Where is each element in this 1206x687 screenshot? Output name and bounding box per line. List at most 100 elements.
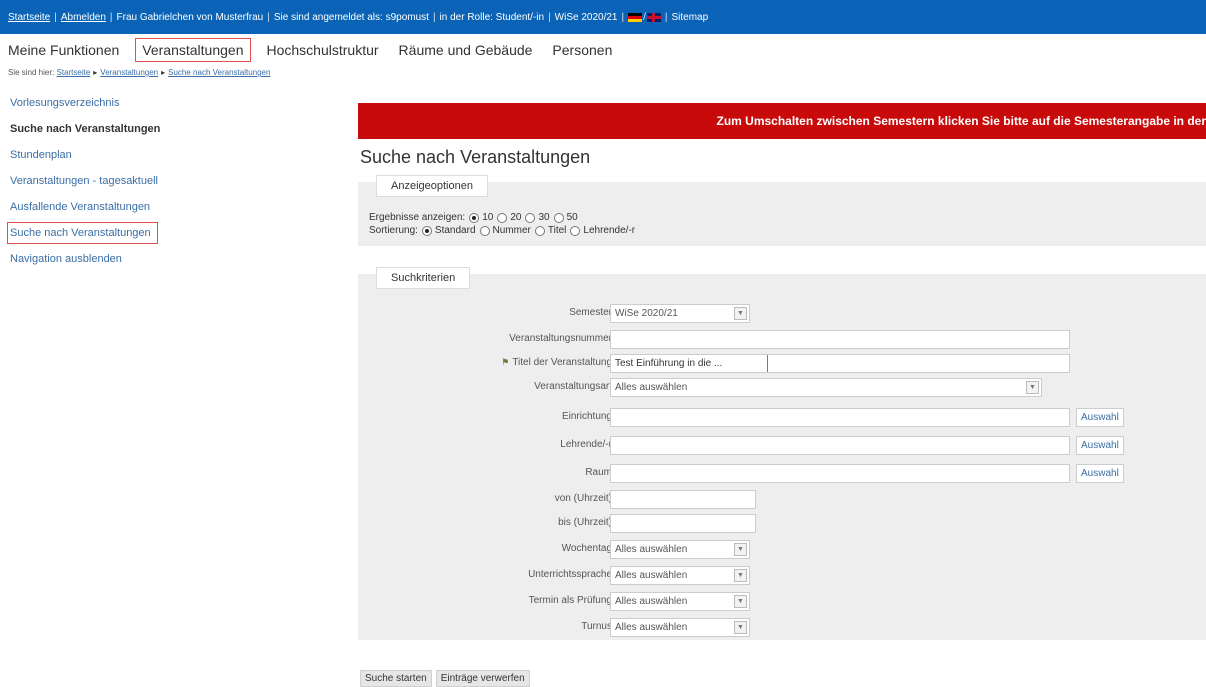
art-row: Veranstaltungsart Alles auswählen ▼ [358,378,1206,398]
breadcrumb-arrow-icon: ▸ [93,68,98,77]
top-bar: Startseite | Abmelden | Frau Gabrielchen v… [0,0,1206,34]
semester-row: Semester WiSe 2020/21 ▼ [358,304,1206,324]
main-navigation: Meine Funktionen Veranstaltungen Hochsch… [8,38,632,62]
sort-option: Nummer [492,225,531,236]
results-row: Ergebnisse anzeigen: 10 20 30 50 [369,212,578,223]
sidebar-item-navigation-ausblenden[interactable]: Navigation ausblenden [10,251,340,277]
sitemap-link[interactable]: Sitemap [672,12,709,23]
breadcrumb: Sie sind hier: Startseite ▸ Veranstaltunge… [8,68,270,77]
display-options-panel: Anzeigeoptionen Ergebnisse anzeigen: 10 … [358,175,1206,246]
nav-personen[interactable]: Personen [552,42,612,58]
wochentag-select[interactable]: Alles auswählen ▼ [610,540,750,559]
art-value: Alles auswählen [615,382,688,393]
chevron-down-icon: ▼ [734,569,747,582]
chevron-down-icon: ▼ [734,595,747,608]
einrichtung-input[interactable] [610,408,1070,427]
semester-link[interactable]: WiSe 2020/21 [555,12,618,23]
login-info: Sie sind angemeldet als: s9pomust [273,11,429,23]
raum-auswahl-button[interactable]: Auswahl [1076,464,1124,483]
sidebar-item-suche-highlighted[interactable]: Suche nach Veranstaltungen [7,222,340,251]
results-option: 30 [538,212,550,223]
bis-input[interactable] [610,514,756,533]
art-select[interactable]: Alles auswählen ▼ [610,378,1042,397]
breadcrumb-veranstaltungen[interactable]: Veranstaltungen [100,68,158,77]
sort-row: Sortierung: Standard Nummer Titel Lehren… [369,225,635,236]
results-option: 20 [510,212,522,223]
sort-option: Lehrende/-r [583,225,636,236]
nav-meine-funktionen[interactable]: Meine Funktionen [8,42,119,58]
home-link[interactable]: Startseite [8,12,50,23]
sprache-select[interactable]: Alles auswählen ▼ [610,566,750,585]
results-label: Ergebnisse anzeigen: [369,212,466,223]
semester-label: Semester [569,307,612,318]
user-name[interactable]: Frau Gabrielchen von Musterfrau [117,12,264,23]
results-option: 10 [482,212,494,223]
results-radio-30[interactable] [525,212,536,223]
sort-radio-standard[interactable] [421,225,432,236]
form-actions: Suche starten Einträge verwerfen [360,670,530,687]
chevron-down-icon: ▼ [734,543,747,556]
nav-veranstaltungen[interactable]: Veranstaltungen [135,38,251,62]
raum-input[interactable] [610,464,1070,483]
sprache-label: Unterrichtssprache [528,569,612,580]
sort-radio-titel[interactable] [534,225,545,236]
sort-radio-nummer[interactable] [479,225,490,236]
turnus-select[interactable]: Alles auswählen ▼ [610,618,750,637]
einrichtung-label: Einrichtung [561,411,612,422]
sort-label: Sortierung: [369,225,418,236]
sort-radio-lehrende[interactable] [570,225,581,236]
bis-row: bis (Uhrzeit) [358,514,1206,534]
nav-hochschulstruktur[interactable]: Hochschulstruktur [267,42,379,58]
pruefung-row: Termin als Prüfung Alles auswählen ▼ [358,592,1206,612]
semester-banner: Zum Umschalten zwischen Semestern klicke… [358,103,1206,139]
einrichtung-auswahl-button[interactable]: Auswahl [1076,408,1124,427]
lehrende-auswahl-button[interactable]: Auswahl [1076,436,1124,455]
results-radio-20[interactable] [497,212,508,223]
raum-row: Raum Auswahl [358,464,1206,484]
logout-link[interactable]: Abmelden [61,12,106,23]
von-input[interactable] [610,490,756,509]
titel-row: ⚑ Titel der Veranstaltung Test Einführung… [358,354,1206,374]
turnus-row: Turnus Alles auswählen ▼ [358,618,1206,638]
breadcrumb-current[interactable]: Suche nach Veranstaltungen [168,68,270,77]
search-button[interactable]: Suche starten [360,670,432,687]
turnus-label: Turnus [581,621,612,632]
lehrende-input[interactable] [610,436,1070,455]
titel-label: ⚑ Titel der Veranstaltung [501,357,612,368]
de-flag-icon[interactable] [628,12,643,22]
search-criteria-panel: Suchkriterien Semester WiSe 2020/21 ▼ Ver… [358,267,1206,640]
art-label: Veranstaltungsart [534,381,612,392]
breadcrumb-prefix: Sie sind hier: [8,68,55,77]
breadcrumb-arrow-icon: ▸ [161,68,166,77]
wochentag-value: Alles auswählen [615,544,688,555]
results-radio-10[interactable] [469,212,480,223]
sort-option: Titel [547,225,567,236]
results-option: 50 [566,212,578,223]
chevron-down-icon: ▼ [734,621,747,634]
titel-input[interactable]: Test Einführung in die ... [611,355,768,372]
gb-flag-icon[interactable] [646,12,661,22]
sidebar-item-suche-active[interactable]: Suche nach Veranstaltungen [10,121,340,147]
sidebar-item-ausfallend[interactable]: Ausfallende Veranstaltungen [10,199,340,225]
pruefung-select[interactable]: Alles auswählen ▼ [610,592,750,611]
results-radio-50[interactable] [553,212,564,223]
breadcrumb-startseite[interactable]: Startseite [56,68,90,77]
display-options-legend: Anzeigeoptionen [376,175,488,197]
lehrende-label: Lehrende/-r [560,439,612,450]
reset-button[interactable]: Einträge verwerfen [435,670,530,687]
nav-raeume-gebaeude[interactable]: Räume und Gebäude [399,42,533,58]
role-info[interactable]: in der Rolle: Student/-in [440,12,545,23]
sidebar-item-tagesaktuell[interactable]: Veranstaltungen - tagesaktuell [10,173,340,199]
raum-label: Raum [585,467,612,478]
search-criteria-legend: Suchkriterien [376,267,471,289]
chevron-down-icon: ▼ [734,307,747,320]
pruefung-label: Termin als Prüfung [528,595,612,606]
semester-select[interactable]: WiSe 2020/21 ▼ [610,304,750,323]
sidebar-item-stundenplan[interactable]: Stundenplan [10,147,340,173]
nummer-label: Veranstaltungsnummer [509,333,612,344]
sidebar-item-vorlesungsverzeichnis[interactable]: Vorlesungsverzeichnis [10,95,340,121]
nummer-row: Veranstaltungsnummer [358,330,1206,350]
titel-field[interactable]: Test Einführung in die ... [610,354,1070,373]
nummer-input[interactable] [610,330,1070,349]
page-title: Suche nach Veranstaltungen [360,147,591,167]
